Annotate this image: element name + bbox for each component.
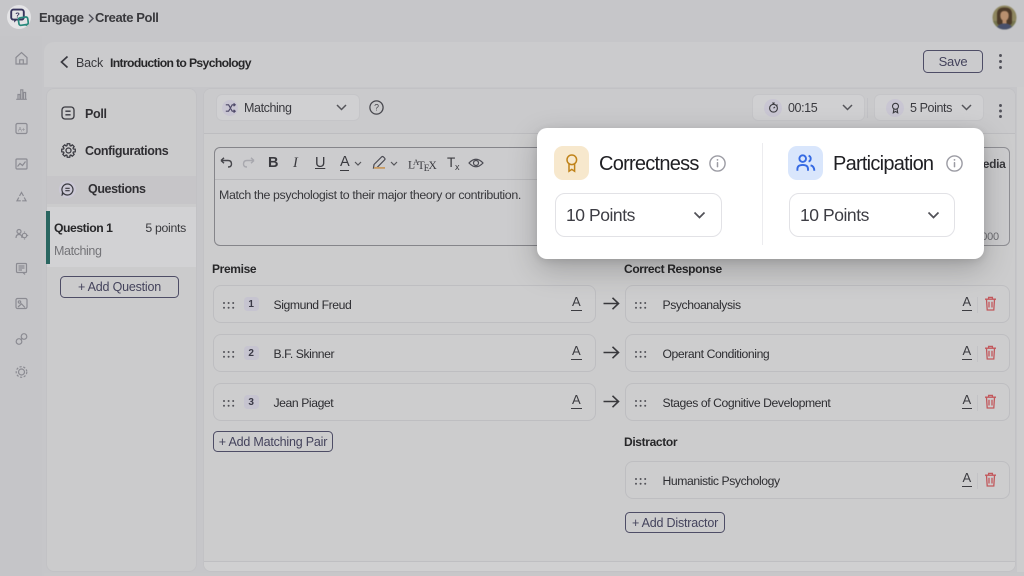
svg-text:?: ? <box>374 103 379 113</box>
svg-text:A+: A+ <box>18 128 26 134</box>
